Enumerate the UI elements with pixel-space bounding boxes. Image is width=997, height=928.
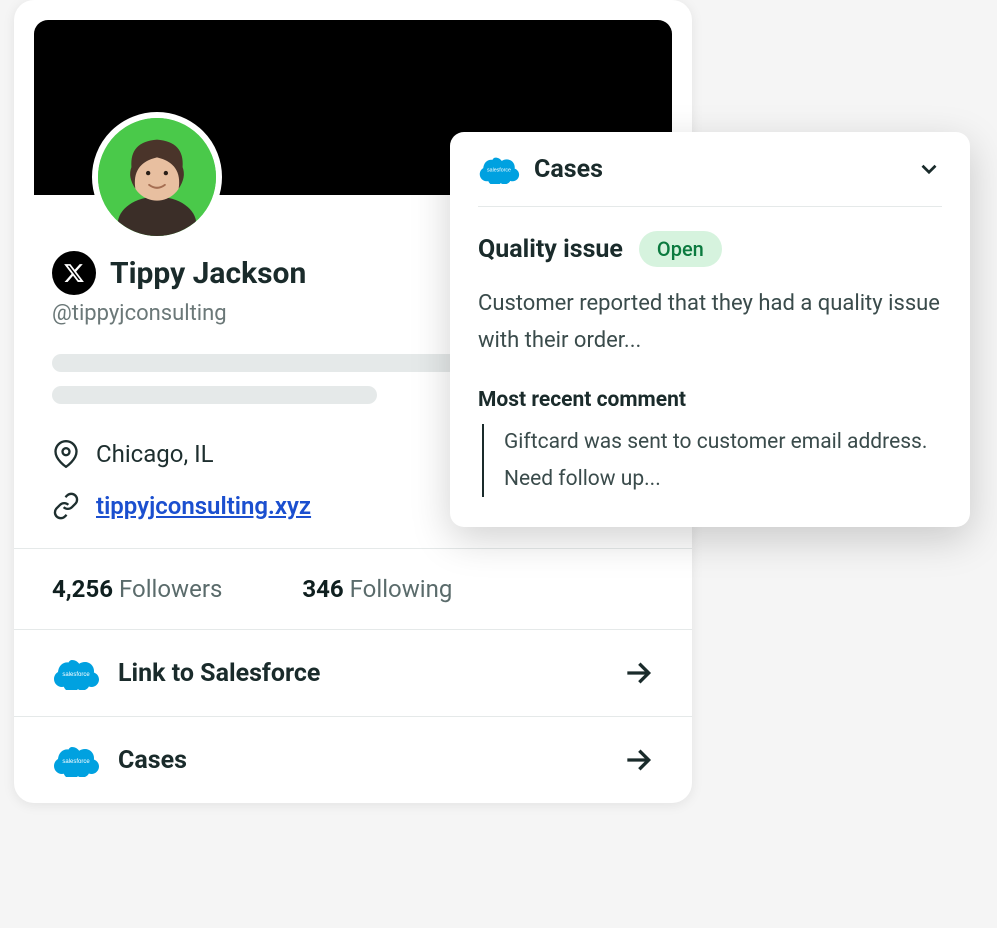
- followers-label: Followers: [119, 575, 222, 603]
- skeleton-line: [52, 386, 377, 404]
- following-label: Following: [350, 575, 453, 603]
- location-text: Chicago, IL: [96, 440, 214, 468]
- svg-text:salesforce: salesforce: [487, 168, 511, 174]
- status-badge: Open: [639, 231, 722, 267]
- display-name: Tippy Jackson: [110, 256, 306, 291]
- cases-button[interactable]: salesforce Cases: [14, 716, 692, 803]
- salesforce-icon: salesforce: [52, 656, 100, 690]
- svg-text:salesforce: salesforce: [62, 672, 90, 678]
- cases-panel-title: Cases: [534, 155, 603, 184]
- salesforce-icon: salesforce: [478, 154, 520, 184]
- x-icon: [52, 251, 96, 295]
- stats-row: 4,256Followers 346Following: [14, 548, 692, 629]
- cases-panel-header[interactable]: salesforce Cases: [478, 154, 942, 207]
- avatar[interactable]: [92, 112, 222, 242]
- following-count: 346: [302, 575, 343, 603]
- recent-comment-body: Giftcard was sent to customer email addr…: [482, 424, 942, 498]
- cases-panel: salesforce Cases Quality issue Open Cust…: [450, 132, 970, 527]
- case-title-row: Quality issue Open: [478, 231, 942, 267]
- followers-count: 4,256: [52, 575, 113, 603]
- chevron-down-icon[interactable]: [916, 156, 942, 182]
- salesforce-icon: salesforce: [52, 743, 100, 777]
- link-salesforce-label: Link to Salesforce: [118, 659, 320, 688]
- link-icon: [52, 492, 80, 520]
- case-description: Customer reported that they had a qualit…: [478, 285, 942, 360]
- following-stat[interactable]: 346Following: [302, 575, 452, 603]
- cases-label: Cases: [118, 746, 187, 775]
- arrow-right-icon: [622, 744, 654, 776]
- svg-text:salesforce: salesforce: [62, 759, 90, 765]
- website-link[interactable]: tippyjconsulting.xyz: [96, 492, 311, 520]
- avatar-image: [98, 118, 216, 236]
- location-pin-icon: [52, 440, 80, 468]
- arrow-right-icon: [622, 657, 654, 689]
- link-salesforce-button[interactable]: salesforce Link to Salesforce: [14, 629, 692, 716]
- recent-comment-heading: Most recent comment: [478, 388, 942, 412]
- followers-stat[interactable]: 4,256Followers: [52, 575, 222, 603]
- case-title: Quality issue: [478, 235, 623, 264]
